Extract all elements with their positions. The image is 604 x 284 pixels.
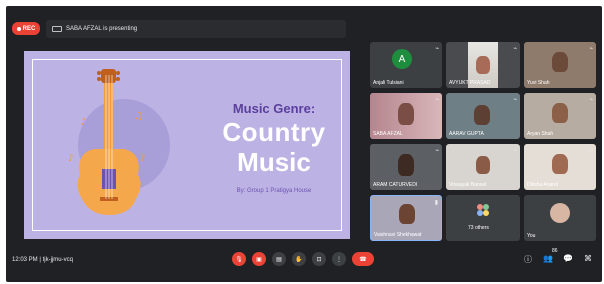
captions-icon: ▤ [276,256,282,263]
record-dot-icon [16,26,21,31]
participant-name: Vaishnavi Shekhawat [374,232,422,238]
camera-off-icon: ▣ [256,256,262,263]
hand-icon: ✋ [295,256,303,263]
meet-window: REC SABA AFZAL is presenting ♪ ♫ ♪ ♪ Mus… [6,6,602,282]
mic-off-icon: ⌁ [589,97,593,103]
participant-tile[interactable]: ⌁ ARAM CATURVEDI [370,144,442,190]
participant-name: AVYUKT PRASAD [449,80,491,86]
present-button[interactable]: ⊡ [312,252,326,266]
participant-name: AARAV GUPTA [449,131,484,137]
mic-off-icon: ⌁ [513,148,517,154]
participant-name: Diksha Anand [527,182,558,188]
more-vertical-icon: ⋮ [336,256,342,263]
leave-call-button[interactable]: ☎ [352,252,374,266]
participant-tile[interactable]: ⌁ Diksha Anand [524,144,596,190]
others-avatars-icon [477,204,489,216]
others-tile[interactable]: 73 others [446,195,520,241]
participant-tile[interactable]: A ⌁ Anjali Tulsiani [370,42,442,88]
speaking-icon: ▮ [434,200,438,206]
participant-avatar: A [392,49,412,69]
phone-end-icon: ☎ [359,256,367,263]
presentation-slide: ♪ ♫ ♪ ♪ Music Genre: Country Music By: G… [24,51,350,239]
participant-tile[interactable]: ⌁ AVYUKT PRASAD [446,42,520,88]
people-button[interactable]: 👥 [542,254,554,263]
self-tile[interactable]: You [524,195,596,241]
participant-tile-active-speaker[interactable]: ▮ Vaishnavi Shekhawat [370,195,442,241]
mic-off-icon: ⌁ [435,97,439,103]
mic-off-icon: ⌁ [589,46,593,52]
participant-name: SABA AFZAL [373,131,403,137]
participant-tile[interactable]: ⌁ SABA AFZAL [370,93,442,139]
participant-tile[interactable]: ⌁ Aryan Shah [524,93,596,139]
presenting-text: SABA AFZAL is presenting [66,26,138,32]
slide-title-line1: Country [222,117,326,147]
rec-label: REC [22,25,36,32]
mic-toggle-button[interactable]: 🎙 [232,252,246,266]
camera-toggle-button[interactable]: ▣ [252,252,266,266]
mic-off-icon: ⌁ [513,46,517,52]
mic-off-icon: ⌁ [513,97,517,103]
slide-subtitle: Music Genre: [232,101,316,116]
guitar-illustration: ♪ ♫ ♪ ♪ [68,69,146,215]
participant-tile[interactable]: ⌁ Vinaayak Bansal [446,144,520,190]
participant-name: Yuvi Shah [527,80,550,86]
participant-name: ARAM CATURVEDI [373,182,418,188]
activities-button[interactable]: ⌘ [582,254,594,263]
participant-tile[interactable]: ⌁ Yuvi Shah [524,42,596,88]
self-avatar [550,203,570,223]
presenting-banner[interactable]: SABA AFZAL is presenting [46,20,346,38]
more-options-button[interactable]: ⋮ [332,252,346,266]
chat-button[interactable]: 💬 [562,254,574,263]
info-button[interactable]: ⓘ [522,254,534,265]
self-name: You [527,233,536,239]
participant-name: Vinaayak Bansal [449,182,487,188]
svg-text:♪: ♪ [68,154,74,164]
others-count: 73 others [468,225,489,231]
participant-tile[interactable]: ⌁ AARAV GUPTA [446,93,520,139]
captions-button[interactable]: ▤ [272,252,286,266]
activities-icon: ⌘ [584,254,592,263]
chat-icon: 💬 [563,254,573,263]
present-icon: ⊡ [316,256,322,263]
participant-name: Aryan Shah [527,131,554,137]
people-icon: 👥 [543,254,553,263]
svg-text:♫: ♫ [134,111,143,122]
present-screen-icon [52,26,62,32]
participant-name: Anjali Tulsiani [373,80,404,86]
slide-byline: By: Group 1 Pratigya House [236,188,312,194]
raise-hand-button[interactable]: ✋ [292,252,306,266]
info-icon: ⓘ [524,255,532,264]
recording-badge: REC [12,22,40,35]
time-and-meeting-code: 12:03 PM | tjk-jjmu-vcq [12,257,73,263]
slide-title-line2: Music [237,147,311,177]
svg-text:♪: ♪ [140,154,146,164]
svg-text:♪: ♪ [80,117,86,128]
mic-off-icon: ⌁ [589,148,593,154]
mic-off-icon: ⌁ [435,148,439,154]
mic-off-icon: 🎙 [235,256,243,263]
mic-off-icon: ⌁ [435,46,439,52]
